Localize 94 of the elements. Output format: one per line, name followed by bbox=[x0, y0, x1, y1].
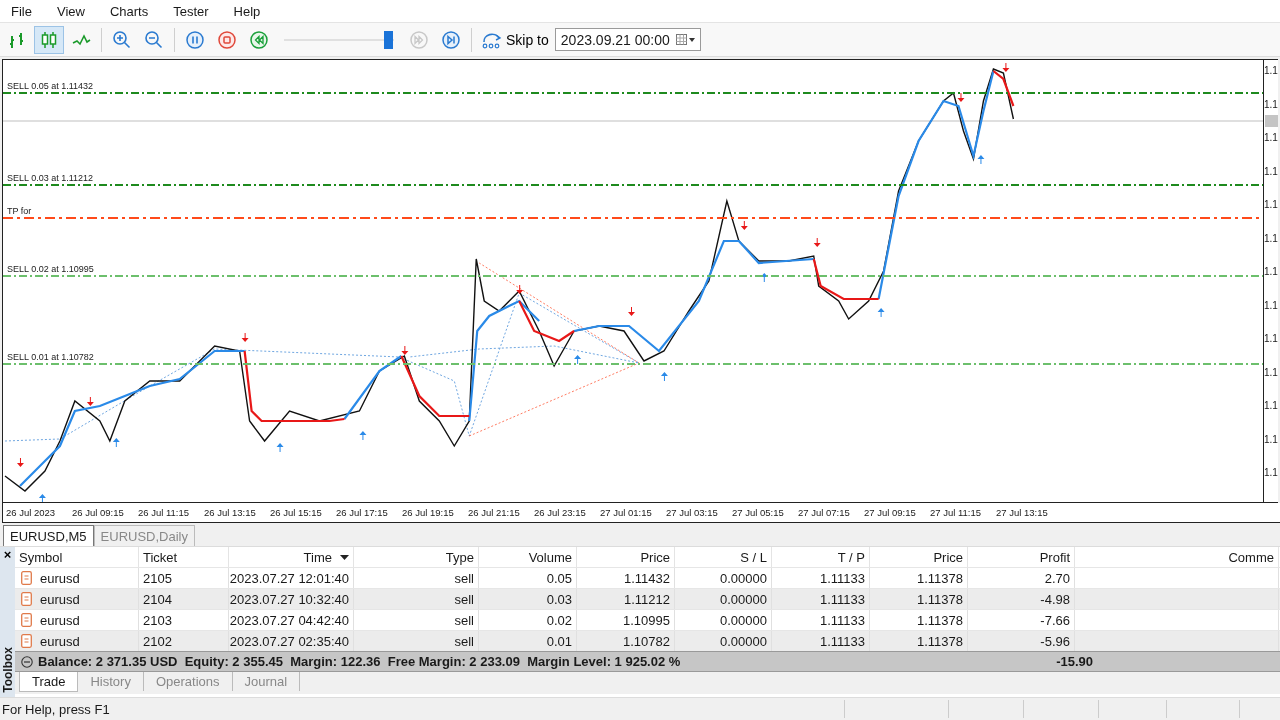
order-icon bbox=[21, 634, 32, 648]
order-icon bbox=[21, 613, 32, 627]
price-axis-label: 1.1 bbox=[1264, 399, 1278, 412]
column-header-label: Profit bbox=[1039, 549, 1070, 565]
current-price-tag bbox=[1265, 115, 1278, 127]
price-axis-label: 1.1 bbox=[1264, 365, 1278, 379]
buy-arrow-icon bbox=[660, 372, 668, 381]
chart-tab[interactable]: EURUSD,M5 bbox=[3, 525, 94, 546]
order-icon bbox=[21, 571, 32, 585]
take-profit-label: TP for bbox=[7, 206, 32, 216]
time-axis-label: 27 Jul 01:15 bbox=[600, 507, 653, 518]
zoom-out-icon bbox=[144, 29, 164, 50]
time-axis-label: 26 Jul 13:15 bbox=[204, 507, 257, 518]
column-header-label: Price bbox=[640, 549, 670, 565]
price-axis-label: 1.1 bbox=[1264, 198, 1278, 211]
time-axis-label: 27 Jul 11:15 bbox=[930, 507, 983, 518]
candlestick-icon bbox=[39, 29, 59, 50]
menu-item[interactable]: View bbox=[48, 3, 93, 19]
time-axis-label: 27 Jul 05:15 bbox=[732, 507, 785, 518]
column-header-label: Comme bbox=[1228, 549, 1274, 565]
sell-arrow-icon bbox=[740, 221, 748, 230]
close-button[interactable]: × bbox=[3, 549, 12, 561]
sell-arrow-icon bbox=[516, 285, 524, 294]
order-level-label: SELL 0.01 at 1.10782 bbox=[7, 352, 94, 362]
buy-arrow-icon bbox=[38, 494, 46, 502]
column-header-label: Time bbox=[303, 549, 332, 565]
table-cell: eurusd bbox=[40, 570, 80, 586]
candlestick-chart-button[interactable] bbox=[34, 25, 64, 54]
price-axis-label: 1.1 bbox=[1264, 231, 1278, 245]
price-axis-label: 1.1 bbox=[1264, 164, 1278, 178]
sell-arrow-icon bbox=[628, 307, 635, 316]
skip-to-button[interactable]: Skip to bbox=[477, 29, 553, 50]
sell-arrow-icon bbox=[957, 93, 965, 102]
time-axis-label: 26 Jul 2023 bbox=[6, 507, 57, 518]
toolbox-title: Toolbox bbox=[0, 647, 15, 693]
order-level-label: SELL 0.02 at 1.10995 bbox=[7, 264, 94, 274]
price-axis-label: 1.1 bbox=[1264, 332, 1278, 345]
sell-arrow-icon bbox=[401, 346, 409, 355]
time-axis-label: 27 Jul 09:15 bbox=[864, 507, 917, 518]
order-level-label: SELL 0.03 at 1.11212 bbox=[7, 173, 94, 183]
time-axis-label: 27 Jul 03:15 bbox=[666, 507, 719, 518]
sell-arrow-icon bbox=[17, 458, 24, 467]
status-text: For Help, press F1 bbox=[1, 701, 111, 717]
column-header-label: T / P bbox=[837, 549, 865, 565]
column-header-label: Volume bbox=[528, 549, 572, 565]
price-axis-label: 1.1 bbox=[1264, 64, 1278, 77]
sell-arrow-icon bbox=[86, 397, 94, 406]
toolbox-tab[interactable]: Trade bbox=[19, 672, 79, 692]
time-axis-label: 26 Jul 17:15 bbox=[336, 507, 389, 518]
calendar-dropdown-icon[interactable] bbox=[675, 33, 696, 46]
price-axis-label: 1.1 bbox=[1264, 131, 1278, 144]
date-field[interactable]: 2023.09.21 00:00 bbox=[554, 28, 701, 51]
time-axis-label: 26 Jul 23:15 bbox=[534, 507, 587, 518]
time-axis-label: 26 Jul 09:15 bbox=[72, 507, 125, 518]
table-cell: eurusd bbox=[40, 591, 80, 607]
price-axis-label: 1.1 bbox=[1264, 432, 1278, 446]
order-icon bbox=[21, 592, 32, 606]
buy-arrow-icon bbox=[359, 431, 367, 440]
time-axis-label: 26 Jul 21:15 bbox=[468, 507, 521, 518]
menu-item[interactable]: Tester bbox=[165, 3, 217, 19]
order-level-label: SELL 0.05 at 1.11432 bbox=[7, 81, 94, 91]
price-axis-label: 1.1 bbox=[1264, 298, 1278, 312]
menu-item[interactable]: File bbox=[3, 3, 40, 19]
time-axis-label: 27 Jul 07:15 bbox=[798, 507, 851, 518]
column-header-label: Price bbox=[933, 549, 963, 565]
price-axis-label: 1.1 bbox=[1264, 265, 1278, 278]
menu-item[interactable]: Help bbox=[225, 3, 269, 19]
collapse-icon[interactable] bbox=[21, 655, 33, 668]
buy-arrow-icon bbox=[977, 155, 985, 164]
buy-arrow-icon bbox=[276, 443, 284, 452]
slider-thumb[interactable] bbox=[383, 30, 393, 49]
column-header-label: Type bbox=[445, 549, 474, 565]
price-axis-label: 1.1 bbox=[1264, 97, 1278, 111]
sell-arrow-icon bbox=[241, 333, 249, 342]
total-profit: -15.90 bbox=[1055, 654, 1093, 669]
sort-descending-icon bbox=[340, 554, 349, 560]
table-cell: eurusd bbox=[40, 633, 80, 649]
account-summary: Balance: 2 371.35 USD Equity: 2 355.45 Margin: 122.36 Free Margin: 2 233.09 Margin Level: 1 925.02 % bbox=[38, 654, 682, 669]
buy-arrow-icon bbox=[877, 308, 885, 317]
table-cell: eurusd bbox=[40, 612, 80, 628]
time-axis-label: 26 Jul 11:15 bbox=[138, 507, 191, 518]
speed-slider[interactable] bbox=[284, 29, 394, 50]
price-axis-label: 1.1 bbox=[1264, 466, 1278, 479]
time-axis-label: 27 Jul 13:15 bbox=[996, 507, 1049, 518]
buy-arrow-icon bbox=[574, 355, 582, 364]
sell-arrow-icon bbox=[813, 238, 821, 247]
buy-arrow-icon bbox=[112, 438, 120, 447]
buy-arrow-icon bbox=[760, 273, 768, 282]
menu-item[interactable]: Charts bbox=[101, 3, 157, 19]
zoom-in-icon bbox=[112, 29, 132, 50]
column-header-label: S / L bbox=[740, 549, 767, 565]
time-axis-label: 26 Jul 19:15 bbox=[402, 507, 455, 518]
time-axis-label: 26 Jul 15:15 bbox=[270, 507, 323, 518]
sell-arrow-icon bbox=[1002, 63, 1010, 72]
